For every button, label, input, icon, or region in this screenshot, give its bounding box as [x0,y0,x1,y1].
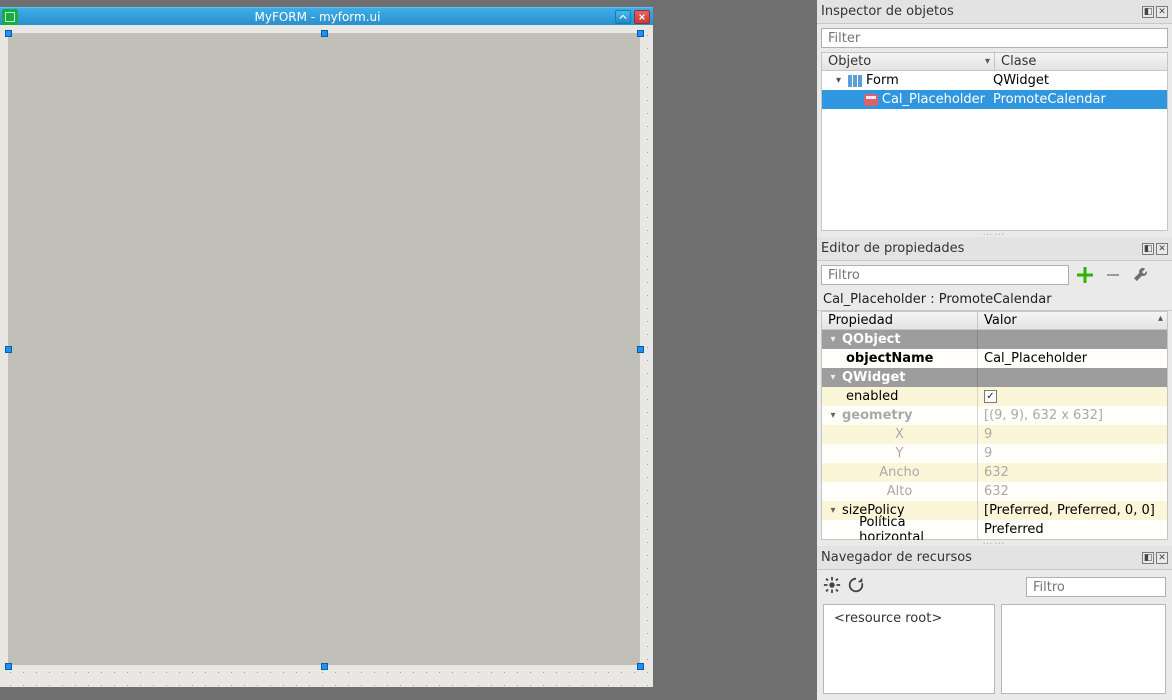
selection-handle[interactable] [5,30,12,37]
property-editor-title: Editor de propiedades ◧ ✕ [817,237,1172,261]
property-header[interactable]: Propiedad Valor [821,311,1168,330]
object-inspector-title: Inspector de objetos ◧ ✕ [817,0,1172,24]
property-filter-input[interactable] [821,265,1069,285]
property-editor-panel: Editor de propiedades ◧ ✕ Cal_Placeholde… [817,237,1172,540]
add-property-button[interactable] [1073,265,1097,285]
col-object[interactable]: Objeto [822,53,995,70]
resource-browser-panel: Navegador de recursos ◧ ✕ <resource root… [817,546,1172,700]
prop-row-objectname[interactable]: objectName Cal_Placeholder [822,349,1167,368]
panel-splitter[interactable] [817,231,1172,237]
prop-group-qobject[interactable]: ▾QObject [822,330,1167,349]
prop-row-enabled[interactable]: enabled ✓ [822,387,1167,406]
tree-expand-icon[interactable]: ▾ [833,75,844,86]
tree-row-form[interactable]: ▾ Form QWidget [822,71,1167,90]
remove-property-button[interactable] [1101,265,1125,285]
selection-handle[interactable] [637,346,644,353]
gear-icon[interactable] [823,576,841,598]
col-value[interactable]: Valor [978,312,1167,329]
chevron-down-icon: ▾ [828,372,838,383]
tree-node-label: Form [866,73,899,88]
panel-float-button[interactable]: ◧ [1142,243,1154,255]
tree-node-class: PromoteCalendar [989,92,1167,107]
panel-title-label: Inspector de objetos [821,4,954,19]
panel-close-button[interactable]: ✕ [1156,243,1168,255]
resource-preview[interactable] [1001,604,1166,694]
prop-row-height[interactable]: Alto 632 [822,482,1167,501]
reload-icon[interactable] [847,576,865,598]
form-canvas[interactable] [0,25,653,687]
panel-close-button[interactable]: ✕ [1156,552,1168,564]
panel-splitter[interactable] [817,540,1172,546]
panel-title-label: Navegador de recursos [821,550,972,565]
placeholder-widget[interactable] [8,33,640,665]
prop-group-qwidget[interactable]: ▾QWidget [822,368,1167,387]
tree-node-class: QWidget [989,73,1167,88]
prop-row-width[interactable]: Ancho 632 [822,463,1167,482]
right-dock: Inspector de objetos ◧ ✕ Objeto Clase ▾ [817,0,1172,700]
panel-float-button[interactable]: ◧ [1142,6,1154,18]
prop-row-x[interactable]: X 9 [822,425,1167,444]
resource-root-label: <resource root> [834,611,942,626]
selection-handle[interactable] [321,30,328,37]
prop-row-y[interactable]: Y 9 [822,444,1167,463]
widget-icon [864,93,879,107]
object-inspector-panel: Inspector de objetos ◧ ✕ Objeto Clase ▾ [817,0,1172,231]
form-design-window: MyFORM - myform.ui [0,7,653,687]
selection-handle[interactable] [5,346,12,353]
selection-handle[interactable] [637,663,644,670]
chevron-down-icon[interactable]: ▾ [828,505,838,516]
object-inspector-filter-input[interactable] [821,28,1168,48]
panel-float-button[interactable]: ◧ [1142,552,1154,564]
resource-browser-title: Navegador de recursos ◧ ✕ [817,546,1172,570]
object-inspector-tree[interactable]: ▾ Form QWidget Cal_Placeholder [821,71,1168,231]
window-close-button[interactable] [634,10,650,24]
resource-tree[interactable]: <resource root> [823,604,995,694]
form-title: MyFORM - myform.ui [20,10,615,24]
layout-icon [847,74,863,88]
configure-button[interactable] [1129,265,1153,285]
prop-row-geometry[interactable]: ▾geometry [(9, 9), 632 x 632] [822,406,1167,425]
col-property[interactable]: Propiedad [822,312,978,329]
enabled-checkbox[interactable]: ✓ [984,390,997,403]
tree-node-label: Cal_Placeholder [882,92,985,107]
col-class[interactable]: Clase [995,53,1167,70]
selection-handle[interactable] [5,663,12,670]
form-titlebar[interactable]: MyFORM - myform.ui [0,7,653,25]
chevron-down-icon[interactable]: ▾ [828,410,838,421]
panel-close-button[interactable]: ✕ [1156,6,1168,18]
panel-title-label: Editor de propiedades [821,241,964,256]
tree-row-placeholder[interactable]: Cal_Placeholder PromoteCalendar [822,90,1167,109]
property-context-label: Cal_Placeholder : PromoteCalendar [817,289,1172,311]
object-inspector-header[interactable]: Objeto Clase [821,52,1168,71]
window-minimize-button[interactable] [615,10,631,24]
form-app-icon [2,9,18,25]
property-table: ▾QObject objectName Cal_Placeholder ▾QWi… [821,330,1168,540]
selection-handle[interactable] [321,663,328,670]
chevron-down-icon: ▾ [828,334,838,345]
resource-filter-input[interactable] [1026,577,1166,597]
selection-handle[interactable] [637,30,644,37]
